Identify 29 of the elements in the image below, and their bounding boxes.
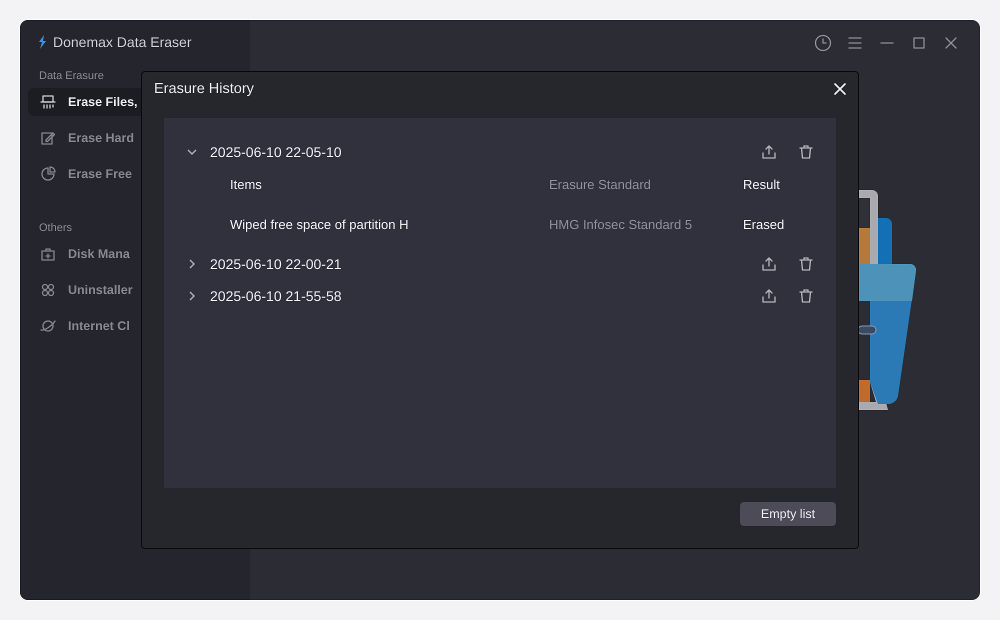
edit-icon [40,130,56,146]
pie-chart-icon [40,166,56,182]
history-timestamp: 2025-06-10 22-00-21 [210,256,343,272]
history-timestamp: 2025-06-10 22-05-10 [210,144,343,160]
table-cell: HMG Infosec Standard 5 [549,216,692,232]
table-cell: Wiped free space of partition H [230,216,408,232]
logo-icon [38,35,47,49]
app-title: Donemax Data Eraser [53,34,192,50]
section-heading: Others [39,222,72,234]
planet-icon [40,318,56,334]
shredder-icon [40,94,56,110]
export-button[interactable] [761,288,777,304]
empty-list-button[interactable]: Empty list [740,502,836,526]
table-cell: Erased [743,216,784,232]
column-header: Erasure Standard [549,176,651,192]
delete-button[interactable] [798,144,814,160]
column-header: Result [743,176,780,192]
delete-button[interactable] [798,256,814,272]
history-timestamp: 2025-06-10 21-55-58 [210,288,343,304]
close-button[interactable] [832,81,848,97]
history-icon[interactable] [814,34,832,52]
column-header: Items [230,176,262,192]
section-heading: Data Erasure [39,70,104,82]
delete-button[interactable] [798,288,814,304]
export-button[interactable] [761,256,777,272]
grid-icon [40,282,56,298]
export-button[interactable] [761,144,777,160]
toolbox-icon [40,246,56,262]
sidebar-item[interactable]: Internet Cl [28,312,242,340]
